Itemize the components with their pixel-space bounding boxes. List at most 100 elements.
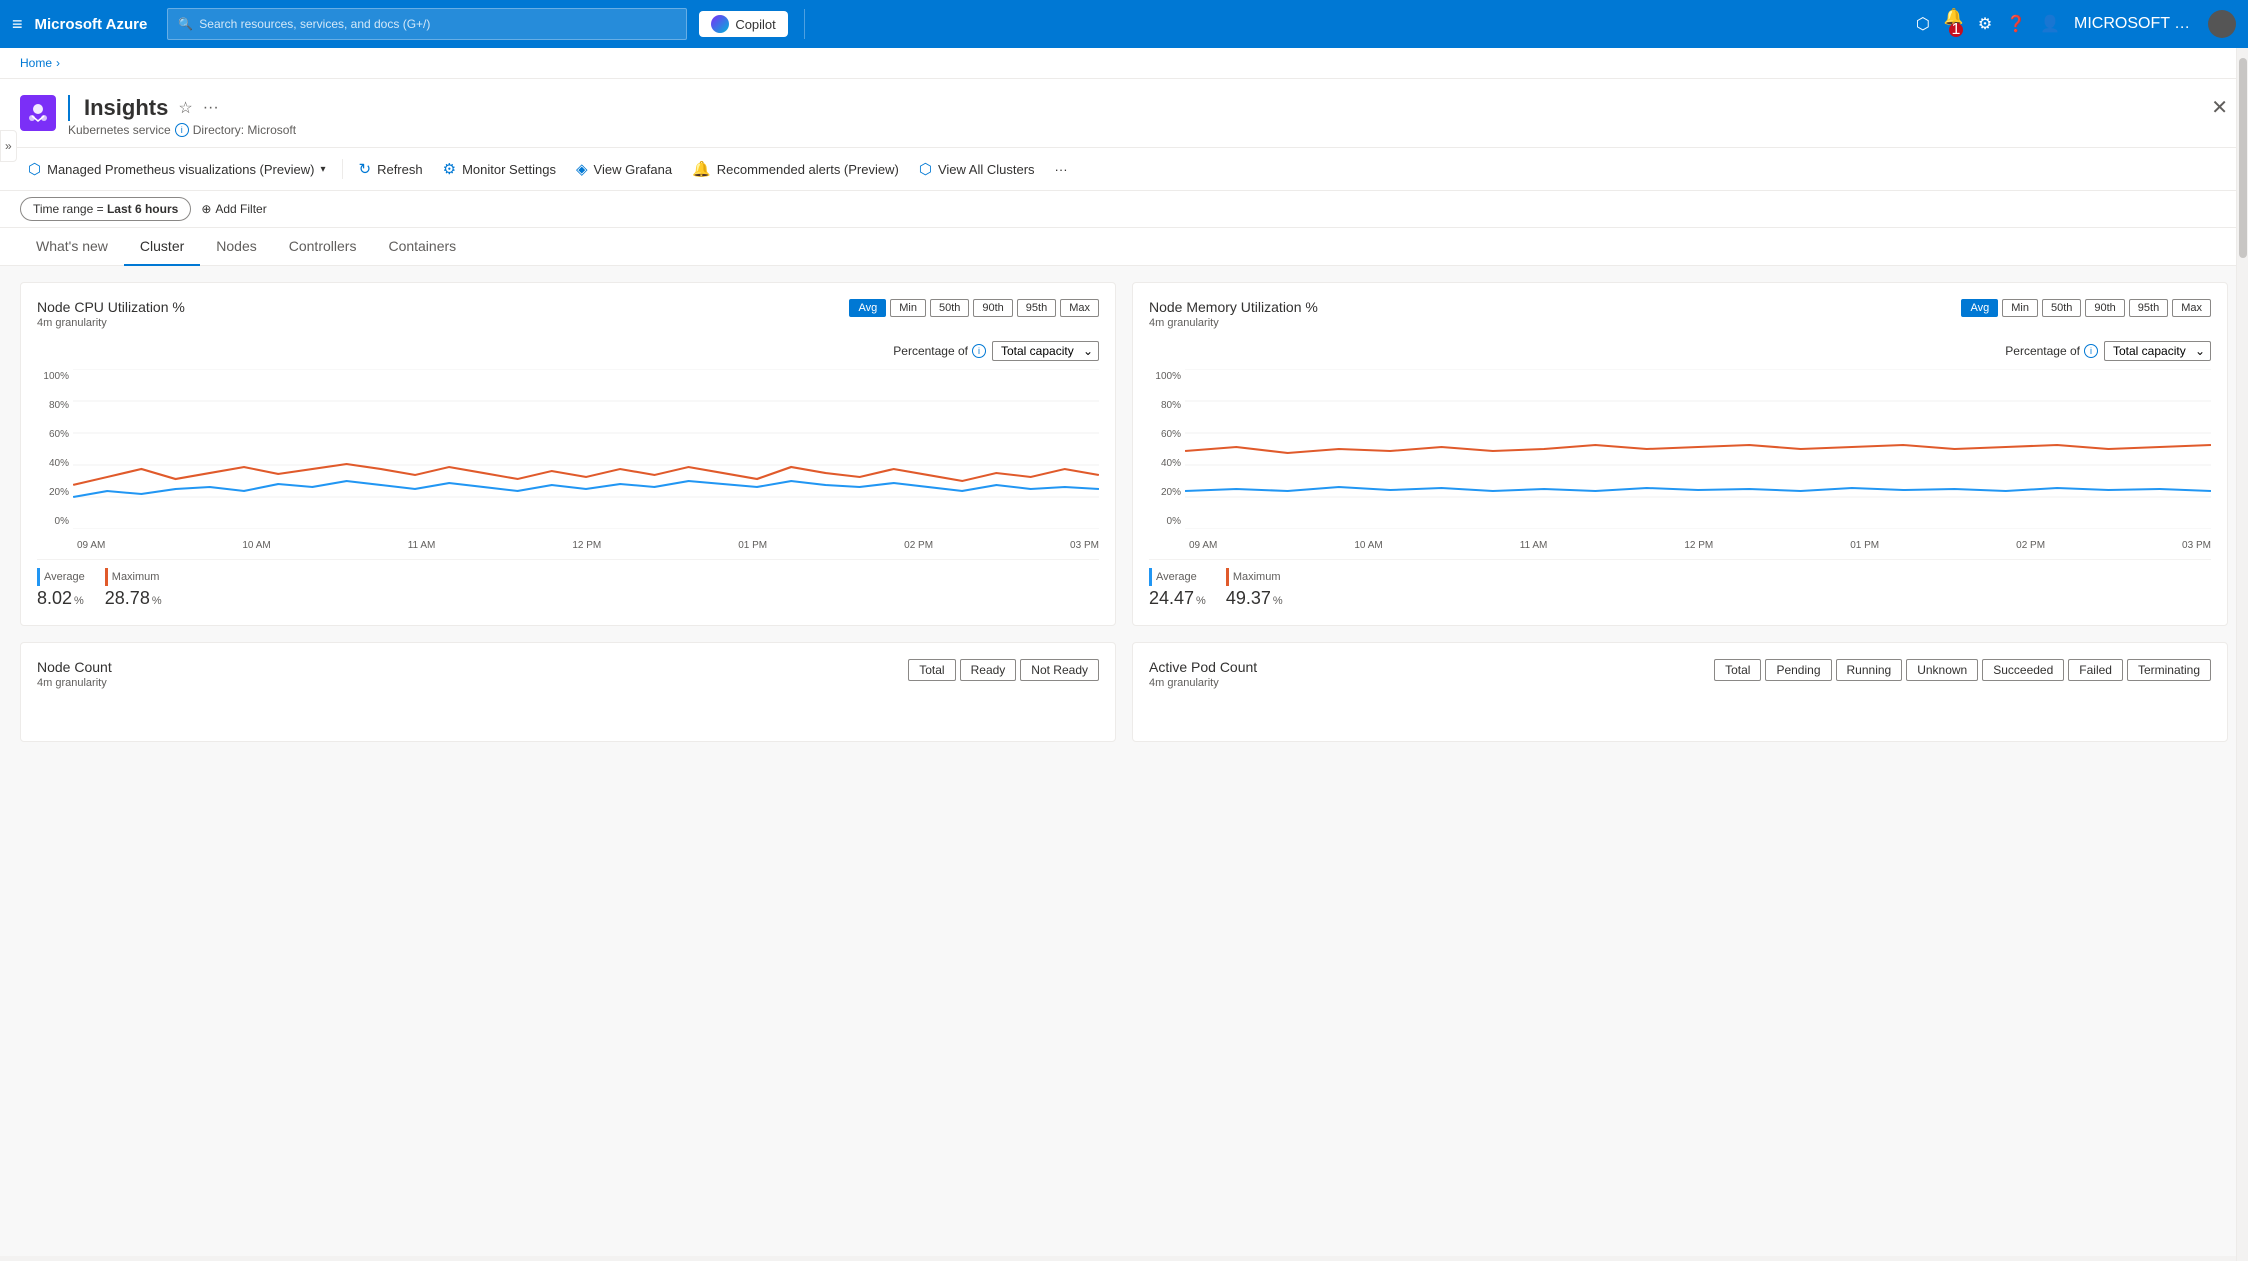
time-range-text: Time range = Last 6 hours [33, 202, 178, 216]
breadcrumb-home[interactable]: Home [20, 56, 52, 70]
title-divider [68, 95, 70, 121]
memory-metric-controls: Avg Min 50th 90th 95th Max [1961, 299, 2211, 317]
time-range-button[interactable]: Time range = Last 6 hours [20, 197, 191, 221]
cpu-90th-btn[interactable]: 90th [973, 299, 1012, 317]
cpu-percentage-label: Percentage of i [893, 344, 986, 358]
node-total-btn[interactable]: Total [908, 659, 955, 681]
cpu-capacity-select[interactable]: Total capacity Request Limit [992, 341, 1099, 361]
topbar: ≡ Microsoft Azure 🔍 Search resources, se… [0, 0, 2248, 48]
pod-terminating-btn[interactable]: Terminating [2127, 659, 2211, 681]
memory-max-legend: Maximum 49.37 % [1226, 568, 1283, 609]
memory-90th-btn[interactable]: 90th [2085, 299, 2124, 317]
node-not-ready-btn[interactable]: Not Ready [1020, 659, 1099, 681]
tab-containers[interactable]: Containers [372, 228, 472, 266]
help-icon[interactable]: ❓ [2006, 14, 2026, 34]
resource-type-label: Kubernetes service [68, 123, 171, 137]
pod-succeeded-btn[interactable]: Succeeded [1982, 659, 2064, 681]
bottom-charts-row: Node Count 4m granularity Total Ready No… [20, 642, 2228, 742]
left-collapse-button[interactable]: » [0, 130, 17, 162]
cpu-50th-btn[interactable]: 50th [930, 299, 969, 317]
recommended-alerts-button[interactable]: 🔔 Recommended alerts (Preview) [684, 156, 907, 182]
feedback-icon[interactable]: 👤 [2040, 14, 2060, 34]
cpu-line-chart [73, 369, 1099, 529]
memory-chart-card: Node Memory Utilization % 4m granularity… [1132, 282, 2228, 626]
managed-prometheus-label: Managed Prometheus visualizations (Previ… [47, 162, 314, 177]
node-count-subtitle: 4m granularity [37, 677, 112, 689]
cpu-x-labels: 09 AM10 AM11 AM12 PM01 PM02 PM03 PM [77, 536, 1099, 551]
settings-icon[interactable]: ⚙ [1978, 14, 1992, 34]
cpu-avg-label: Average [44, 571, 85, 583]
memory-avg-label: Average [1156, 571, 1197, 583]
topbar-divider [804, 9, 805, 39]
topbar-icons: ⬡ 🔔 1 ⚙ ❓ 👤 MICROSOFT (MICROSOFT.ONMI... [1916, 7, 2236, 41]
tab-cluster[interactable]: Cluster [124, 228, 200, 266]
toolbar: ⬡ Managed Prometheus visualizations (Pre… [0, 148, 2248, 191]
tab-whats-new[interactable]: What's new [20, 228, 124, 266]
pod-failed-btn[interactable]: Failed [2068, 659, 2123, 681]
view-all-clusters-label: View All Clusters [938, 162, 1035, 177]
pod-unknown-btn[interactable]: Unknown [1906, 659, 1978, 681]
dropdown-arrow-icon: ▾ [320, 164, 325, 175]
cloud-shell-icon[interactable]: ⬡ [1916, 14, 1930, 34]
settings-gear-icon: ⚙ [443, 160, 456, 178]
add-filter-button[interactable]: ⊕ Add Filter [201, 202, 266, 216]
memory-min-btn[interactable]: Min [2002, 299, 2038, 317]
page-title-area: Insights ☆ ··· Kubernetes service i Dire… [68, 95, 296, 137]
memory-capacity-select[interactable]: Total capacity Request Limit [2104, 341, 2211, 361]
cpu-max-legend-bar [105, 568, 108, 586]
breadcrumb: Home › [0, 48, 2248, 79]
main-content: Insights ☆ ··· Kubernetes service i Dire… [0, 79, 2248, 1256]
cpu-avg-btn[interactable]: Avg [849, 299, 886, 317]
copilot-button[interactable]: Copilot [699, 11, 787, 37]
memory-50th-btn[interactable]: 50th [2042, 299, 2081, 317]
user-info[interactable]: MICROSOFT (MICROSOFT.ONMI... [2074, 15, 2194, 33]
view-all-clusters-button[interactable]: ⬡ View All Clusters [911, 156, 1043, 182]
right-scrollbar[interactable] [2236, 48, 2248, 1261]
memory-avg-btn[interactable]: Avg [1961, 299, 1998, 317]
refresh-button[interactable]: ↻ Refresh [351, 156, 431, 182]
copilot-gem-icon [711, 15, 729, 33]
tab-controllers[interactable]: Controllers [273, 228, 373, 266]
view-grafana-button[interactable]: ◈ View Grafana [568, 156, 680, 182]
copilot-label: Copilot [735, 17, 775, 32]
avatar[interactable] [2208, 10, 2236, 38]
node-ready-btn[interactable]: Ready [960, 659, 1017, 681]
memory-max-btn[interactable]: Max [2172, 299, 2211, 317]
cpu-max-legend: Maximum 28.78 % [105, 568, 162, 609]
search-bar[interactable]: 🔍 Search resources, services, and docs (… [167, 8, 687, 40]
cpu-info-icon: i [972, 344, 986, 358]
menu-icon[interactable]: ≡ [12, 14, 23, 35]
monitor-settings-button[interactable]: ⚙ Monitor Settings [435, 156, 564, 182]
cpu-max-value: 28.78 [105, 588, 150, 609]
memory-capacity-select-wrapper: Total capacity Request Limit [2104, 341, 2211, 361]
info-icon: i [175, 123, 189, 137]
pod-total-btn[interactable]: Total [1714, 659, 1761, 681]
memory-x-labels: 09 AM10 AM11 AM12 PM01 PM02 PM03 PM [1189, 536, 2211, 551]
memory-line-chart [1185, 369, 2211, 529]
cpu-avg-unit: % [74, 595, 84, 607]
memory-avg-value: 24.47 [1149, 588, 1194, 609]
breadcrumb-separator: › [56, 56, 60, 70]
directory-label: Directory: Microsoft [193, 123, 296, 137]
page-subtitle: Kubernetes service i Directory: Microsof… [68, 123, 296, 137]
add-filter-label: Add Filter [215, 202, 266, 216]
toolbar-more-button[interactable]: ··· [1047, 158, 1076, 181]
favorite-button[interactable]: ☆ [178, 98, 192, 118]
memory-chart-title: Node Memory Utilization % [1149, 299, 1318, 315]
pod-pending-btn[interactable]: Pending [1765, 659, 1831, 681]
cpu-chart-subtitle: 4m granularity [37, 317, 185, 329]
memory-95th-btn[interactable]: 95th [2129, 299, 2168, 317]
cpu-min-btn[interactable]: Min [890, 299, 926, 317]
pod-running-btn[interactable]: Running [1836, 659, 1903, 681]
more-options-button[interactable]: ··· [203, 99, 219, 117]
tab-nodes[interactable]: Nodes [200, 228, 272, 266]
managed-prometheus-button[interactable]: ⬡ Managed Prometheus visualizations (Pre… [20, 156, 334, 182]
cpu-95th-btn[interactable]: 95th [1017, 299, 1056, 317]
memory-max-unit: % [1273, 595, 1283, 607]
memory-chart-area: 100%80%60%40%20%0% [1149, 369, 2211, 532]
notifications-icon[interactable]: 🔔 1 [1944, 7, 1964, 41]
close-button[interactable]: ✕ [2211, 95, 2228, 120]
cpu-max-btn[interactable]: Max [1060, 299, 1099, 317]
collapse-icon: » [5, 139, 12, 153]
memory-y-labels: 100%80%60%40%20%0% [1149, 369, 1185, 529]
